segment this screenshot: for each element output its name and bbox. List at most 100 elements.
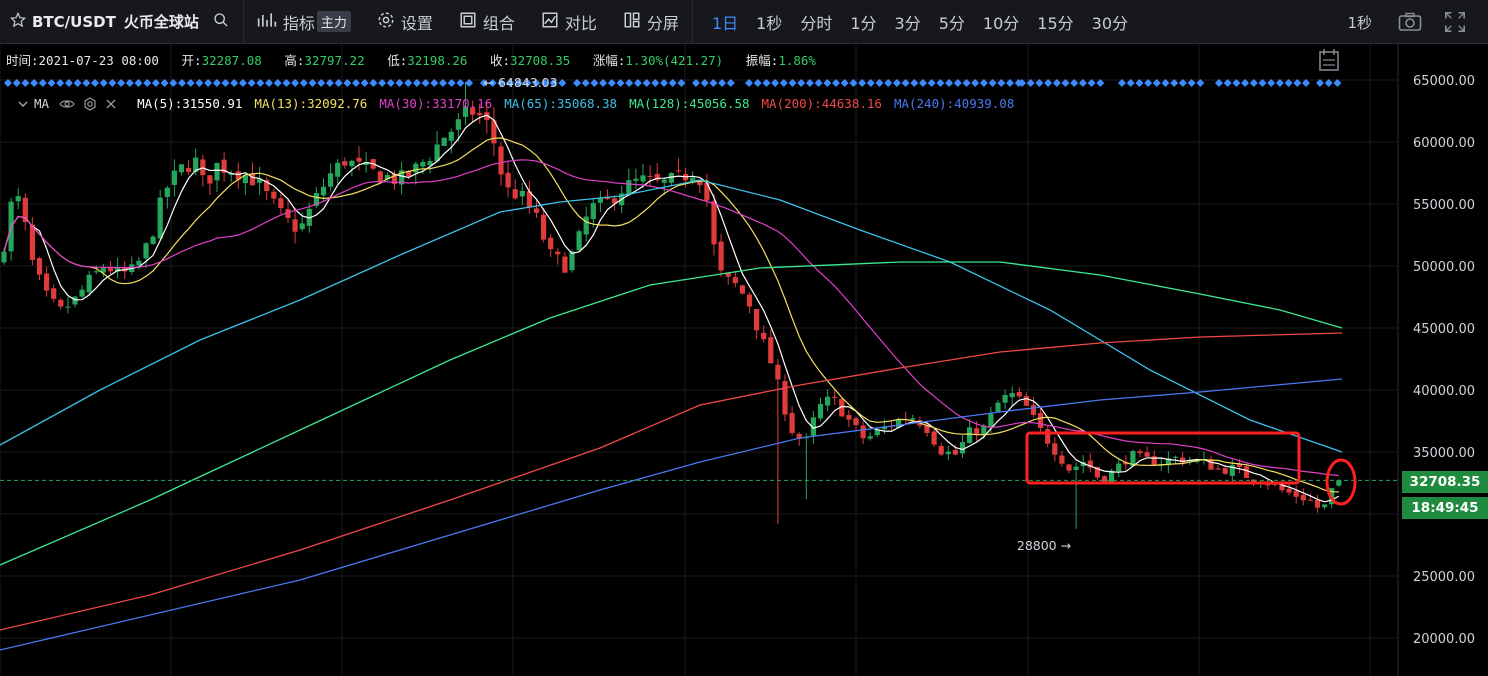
calendar-icon[interactable] xyxy=(1319,49,1339,71)
ma-label: MA xyxy=(34,96,50,111)
candle-body xyxy=(143,243,149,259)
candle-body xyxy=(342,161,348,166)
candle-body xyxy=(562,256,568,273)
interval-group: 1日 1秒 分时 1分 3分 5分 10分 15分 30分 xyxy=(693,0,1137,44)
ma-value-4: MA(128):45056.58 xyxy=(629,96,750,111)
candle-body xyxy=(1116,463,1122,472)
interval-1[interactable]: 1秒 xyxy=(747,0,791,44)
star-icon[interactable] xyxy=(9,11,27,32)
eye-icon[interactable] xyxy=(59,98,75,110)
candle-body xyxy=(626,180,632,196)
candle-body xyxy=(988,413,994,428)
candle-body xyxy=(718,241,724,271)
candle-body xyxy=(427,161,433,166)
compare-button[interactable]: 对比 xyxy=(528,0,610,44)
ma65-line xyxy=(0,179,1343,453)
low-annotation-label: 28800 → xyxy=(1017,538,1071,553)
candle-body xyxy=(754,309,760,331)
candle-body xyxy=(974,428,980,435)
interval-4[interactable]: 3分 xyxy=(886,0,930,44)
y-tick-label: 40000.00 xyxy=(1413,384,1475,399)
search-icon[interactable] xyxy=(213,12,229,32)
settings-button[interactable]: 设置 xyxy=(364,0,446,44)
candle-body xyxy=(448,131,454,141)
combine-icon xyxy=(459,11,483,33)
info-amplitude: 1.86% xyxy=(778,53,816,68)
candle-body xyxy=(1144,452,1150,457)
candle-body xyxy=(420,161,426,167)
candle-body xyxy=(938,445,944,455)
candle-body xyxy=(1038,412,1044,429)
ma-value-5: MA(200):44638.16 xyxy=(761,96,882,111)
candle-body xyxy=(157,197,163,239)
fullscreen-icon[interactable] xyxy=(1444,11,1466,33)
interval-8[interactable]: 30分 xyxy=(1083,0,1137,44)
candle-body xyxy=(1286,488,1292,493)
symbol-selector[interactable]: BTC/USDT 火币全球站 xyxy=(0,0,244,44)
candle-body xyxy=(29,224,35,260)
candle-body xyxy=(1052,443,1058,455)
candle-body xyxy=(1066,464,1072,471)
candle-body xyxy=(441,137,447,146)
candle-body xyxy=(1208,459,1214,470)
y-tick-label: 65000.00 xyxy=(1413,74,1475,89)
candle-body xyxy=(178,164,185,173)
info-time: 2021-07-23 08:00 xyxy=(38,53,159,68)
candle-body xyxy=(498,146,504,175)
candle-body xyxy=(271,191,277,199)
interval-3[interactable]: 1分 xyxy=(841,0,885,44)
candle-body xyxy=(1002,395,1008,403)
ma-legend: MA MA(5):31550.91 MA(13):32092.76 MA(30):3… xyxy=(18,96,1014,111)
candle-body xyxy=(505,172,511,188)
candle-body xyxy=(1,251,7,263)
candle-body xyxy=(164,187,170,197)
info-close: 32708.35 xyxy=(510,53,571,68)
candle-body xyxy=(51,288,57,299)
ma-value-2: MA(30):33170.16 xyxy=(379,96,493,111)
candle-body xyxy=(1172,456,1179,458)
candle-body xyxy=(633,178,639,181)
interval-2[interactable]: 分时 xyxy=(791,0,841,44)
info-change: 1.30%(421.27) xyxy=(625,53,724,68)
ma128-line xyxy=(0,261,1343,566)
candle-body xyxy=(761,332,767,340)
interval-0[interactable]: 1日 xyxy=(703,0,747,44)
right-interval[interactable]: 1秒 xyxy=(1347,12,1372,33)
split-button[interactable]: 分屏 xyxy=(610,0,692,44)
price-chart[interactable]: 65000.00 60000.00 55000.00 50000.00 45000.00… xyxy=(0,44,1488,676)
candle-body xyxy=(846,415,852,420)
camera-icon[interactable] xyxy=(1398,12,1422,32)
candle-body xyxy=(576,231,582,251)
exchange-name: 火币全球站 xyxy=(123,13,199,31)
candle-body xyxy=(1307,499,1313,501)
toolbar: BTC/USDT 火币全球站 指标 主力 设置 组合 对比 分屏 1日 1秒 分时 1… xyxy=(0,0,1488,44)
y-tick-label: 50000.00 xyxy=(1413,260,1475,275)
interval-5[interactable]: 5分 xyxy=(930,0,974,44)
gear-icon[interactable] xyxy=(83,96,97,111)
candle-body xyxy=(533,208,540,213)
interval-6[interactable]: 10分 xyxy=(974,0,1028,44)
candle-body xyxy=(995,402,1001,412)
candle-body xyxy=(945,451,951,455)
candle-body xyxy=(910,418,916,420)
toolbar-right: 1秒 xyxy=(1347,0,1488,44)
candle-body xyxy=(1073,466,1079,471)
ma-value-0: MA(5):31550.91 xyxy=(137,96,243,111)
candle-body xyxy=(541,214,547,240)
combine-button[interactable]: 组合 xyxy=(446,0,528,44)
candle-body xyxy=(377,171,383,183)
candle-body xyxy=(746,294,753,307)
candle-body xyxy=(583,216,589,235)
close-icon[interactable] xyxy=(105,98,117,110)
candle-body xyxy=(1023,396,1029,406)
y-tick-label: 35000.00 xyxy=(1413,446,1475,461)
candle-body xyxy=(356,157,362,162)
interval-7[interactable]: 15分 xyxy=(1028,0,1082,44)
candle-body xyxy=(647,175,653,177)
candle-body xyxy=(1016,392,1022,397)
collapse-icon[interactable] xyxy=(18,96,28,111)
indicators-button[interactable]: 指标 主力 xyxy=(244,0,364,44)
high-annotation-label: ← 64843.03 xyxy=(484,75,558,90)
candle-body xyxy=(832,396,838,398)
candle-body xyxy=(931,431,937,445)
